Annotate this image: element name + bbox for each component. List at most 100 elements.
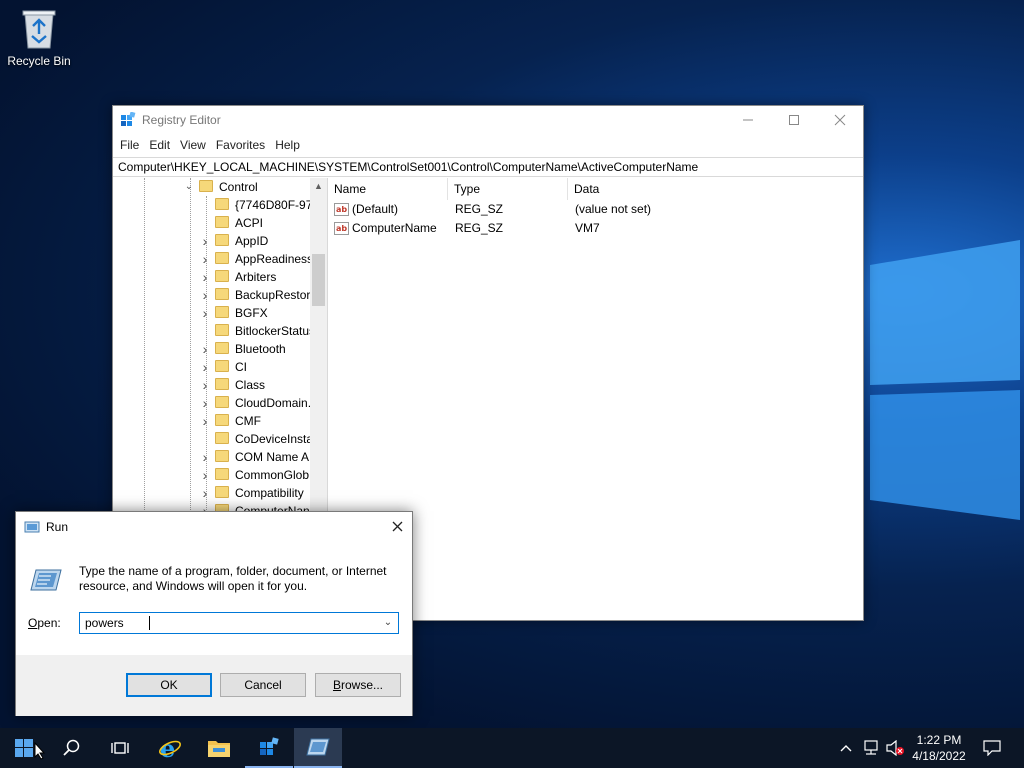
tree-node[interactable]: CoDeviceInsta [113, 430, 314, 448]
internet-explorer-icon: e [159, 736, 181, 760]
value-name: ComputerName [352, 221, 437, 235]
open-input[interactable]: powers [85, 616, 124, 630]
run-dialog[interactable]: Run Type the name of a program, folder, … [15, 511, 413, 716]
internet-explorer-button[interactable]: e [146, 728, 194, 768]
browse-button[interactable]: Browse... [315, 673, 401, 697]
column-header-name[interactable]: Name [328, 178, 448, 200]
folder-icon [215, 216, 229, 228]
tree-node[interactable]: › CI [113, 358, 310, 376]
regedit-title: Registry Editor [142, 113, 221, 127]
network-icon [864, 740, 878, 755]
tree-label: BitlockerStatus [235, 324, 316, 338]
run-titlebar[interactable]: Run [16, 512, 412, 542]
maximize-button[interactable] [771, 106, 817, 134]
clock[interactable]: 1:22 PM 4/18/2022 [904, 732, 974, 764]
chevron-right-icon[interactable]: › [200, 340, 210, 358]
scroll-thumb[interactable] [312, 254, 325, 306]
chevron-down-icon[interactable]: ⌄ [380, 613, 396, 633]
run-program-icon [30, 569, 62, 591]
tree-node[interactable]: › COM Name A [113, 448, 310, 466]
tree-label: CMF [235, 414, 261, 428]
file-explorer-button[interactable] [195, 728, 243, 768]
task-view-button[interactable] [96, 728, 144, 768]
tree-label: ACPI [235, 216, 264, 230]
tree-label: BGFX [235, 306, 268, 320]
cancel-button[interactable]: Cancel [220, 673, 306, 697]
recycle-bin-shortcut[interactable]: Recycle Bin [4, 6, 74, 76]
value-type: REG_SZ [455, 202, 504, 216]
value-row[interactable]: ab ComputerName REG_SZ VM7 [328, 219, 863, 238]
tree-node[interactable]: ACPI [113, 214, 310, 232]
chevron-right-icon[interactable]: › [200, 484, 210, 502]
action-center-button[interactable] [980, 728, 1004, 768]
tree-label: Compatibility [235, 486, 304, 500]
value-data: VM7 [575, 221, 600, 235]
chevron-right-icon[interactable]: › [200, 304, 210, 322]
folder-icon [215, 486, 229, 498]
value-name: (Default) [352, 202, 399, 216]
run-close-button[interactable] [382, 519, 412, 536]
chevron-right-icon[interactable]: › [200, 394, 210, 412]
chevron-right-icon[interactable]: › [200, 376, 210, 394]
menu-help[interactable]: Help [270, 138, 305, 152]
maximize-icon [789, 115, 799, 125]
clock-date: 4/18/2022 [912, 749, 966, 763]
tree-label: AppReadiness [235, 252, 314, 266]
chevron-right-icon[interactable]: › [200, 232, 210, 250]
chevron-right-icon[interactable]: › [200, 358, 210, 376]
minimize-button[interactable] [725, 106, 771, 134]
chevron-right-icon[interactable]: › [200, 268, 210, 286]
chevron-right-icon[interactable]: › [200, 286, 210, 304]
tree-label: COM Name A [235, 450, 310, 464]
windows-start-icon [15, 739, 33, 757]
folder-icon [215, 324, 229, 336]
folder-icon [215, 270, 229, 282]
tree-node[interactable]: › AppID [113, 232, 310, 250]
tree-node[interactable]: › CommonGlob [113, 466, 310, 484]
menu-view[interactable]: View [175, 138, 211, 152]
regedit-titlebar[interactable]: Registry Editor [113, 106, 863, 134]
volume-button[interactable] [884, 728, 906, 768]
value-data: (value not set) [575, 202, 652, 216]
tree-node[interactable]: › Compatibility [113, 484, 310, 502]
scroll-up-arrow-icon[interactable]: ▲ [310, 178, 327, 195]
recycle-bin-label: Recycle Bin [7, 54, 71, 68]
show-hidden-icons-button[interactable] [836, 728, 856, 768]
registry-editor-taskbar-button[interactable] [245, 728, 293, 768]
chevron-right-icon[interactable]: › [200, 250, 210, 268]
tree-node[interactable]: BitlockerStatus [113, 322, 315, 340]
value-row[interactable]: ab (Default) REG_SZ (value not set) [328, 200, 863, 219]
regedit-menubar: File Edit View Favorites Help [113, 134, 863, 156]
mouse-pointer-icon [34, 742, 46, 760]
tree-node[interactable]: › BGFX [113, 304, 310, 322]
tree-node[interactable]: {7746D80F-97E [113, 196, 320, 214]
column-header-data[interactable]: Data [568, 178, 848, 200]
tree-node[interactable]: › CMF [113, 412, 310, 430]
column-header-type[interactable]: Type [448, 178, 568, 200]
chevron-right-icon[interactable]: › [200, 466, 210, 484]
run-body: Type the name of a program, folder, docu… [16, 542, 412, 655]
menu-file[interactable]: File [115, 138, 144, 152]
chevron-down-icon[interactable]: ⌄ [184, 178, 194, 196]
tree-node[interactable]: › Arbiters [113, 268, 310, 286]
close-button[interactable] [817, 106, 863, 134]
tree-node[interactable]: › BackupRestore [113, 286, 317, 304]
network-button[interactable] [860, 728, 882, 768]
chevron-right-icon[interactable]: › [200, 412, 210, 430]
search-button[interactable] [48, 728, 96, 768]
tree-node[interactable]: › CloudDomain. [113, 394, 311, 412]
tree-label: CoDeviceInsta [235, 432, 314, 446]
menu-edit[interactable]: Edit [144, 138, 175, 152]
tree-node[interactable]: › Bluetooth [113, 340, 310, 358]
folder-icon [215, 234, 229, 246]
menu-favorites[interactable]: Favorites [211, 138, 270, 152]
address-bar[interactable]: Computer\HKEY_LOCAL_MACHINE\SYSTEM\Contr… [113, 157, 863, 177]
tree-content: ⌄ Control {7746D80F-97E ACPI › AppID › AppRea… [113, 178, 320, 618]
tree-node[interactable]: › AppReadiness [113, 250, 314, 268]
ok-button[interactable]: OK [126, 673, 212, 697]
run-taskbar-button[interactable] [294, 728, 342, 768]
tree-node[interactable]: › Class [113, 376, 310, 394]
tree-node-control[interactable]: ⌄ Control [113, 178, 310, 196]
chevron-right-icon[interactable]: › [200, 448, 210, 466]
open-combobox[interactable]: powers ⌄ [79, 612, 399, 634]
